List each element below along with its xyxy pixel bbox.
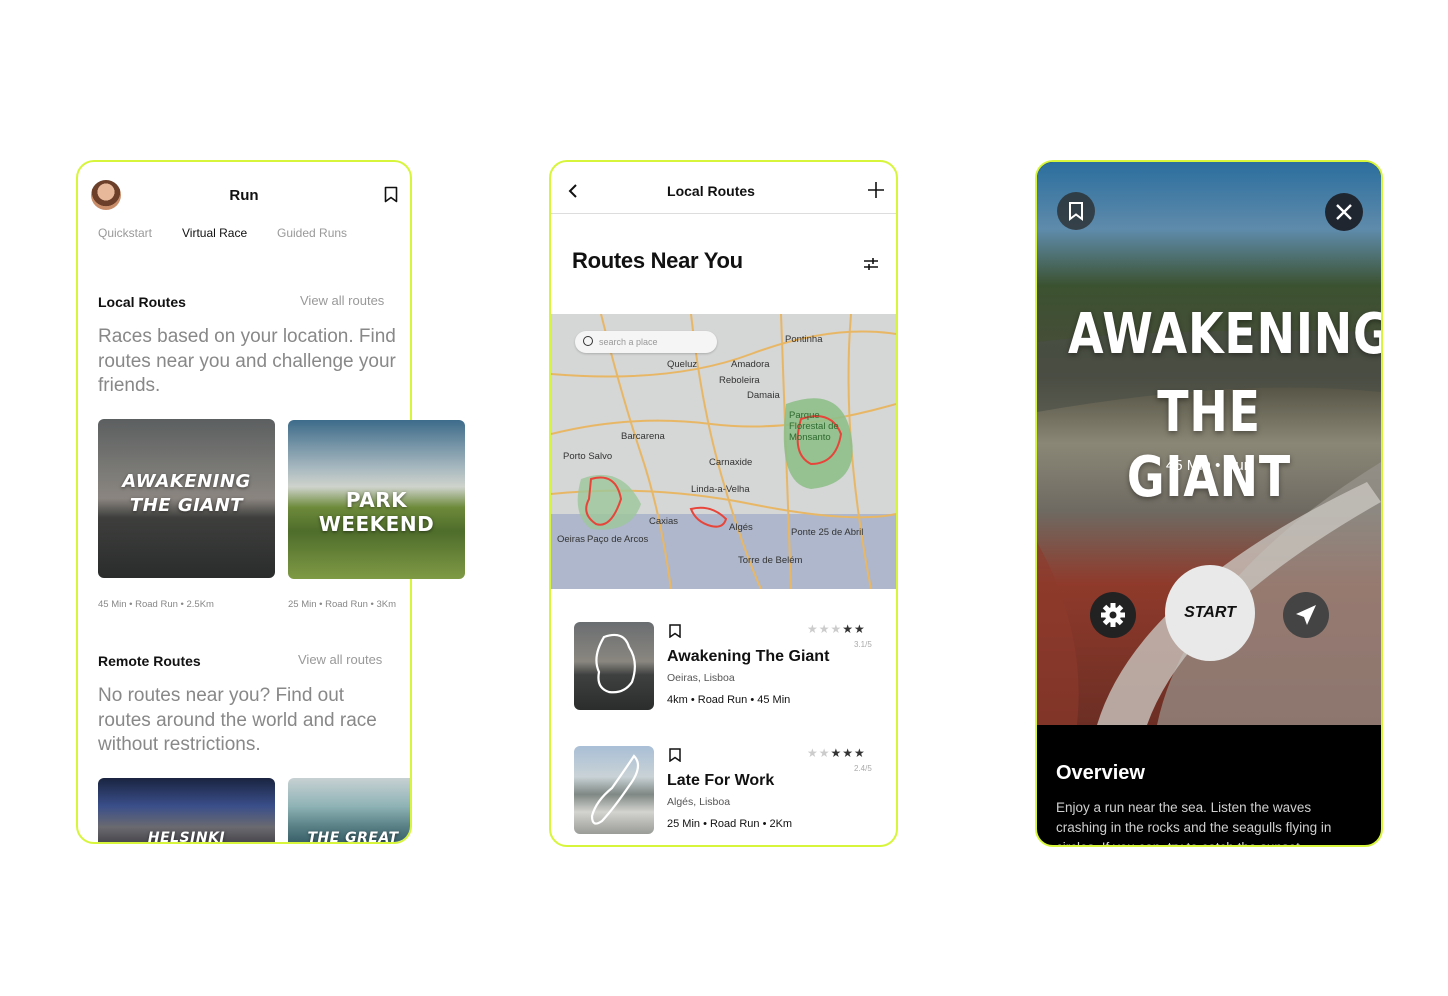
bookmark-icon[interactable] — [384, 186, 398, 203]
map-label: Porto Salvo — [563, 451, 613, 462]
map-label: Caxias — [649, 516, 679, 527]
route-location: Algés, Lisboa — [667, 796, 731, 808]
card-label: AWAKENING — [122, 471, 251, 492]
overview-text: Enjoy a run near the sea. Listen the wav… — [1056, 800, 1332, 845]
gear-icon — [1101, 603, 1125, 627]
route-card-the-great[interactable]: THE GREAT — [288, 778, 410, 842]
route-detail-screen: AWAKENING THE GIANT 45 Min • Run START O… — [1035, 160, 1383, 847]
card-label: THE GREAT — [307, 830, 399, 842]
close-button[interactable] — [1325, 193, 1363, 231]
search-placeholder: search a place — [599, 337, 658, 347]
route-location: Oeiras, Lisboa — [667, 672, 735, 684]
filter-icon[interactable] — [863, 256, 879, 272]
overview-title: Overview — [1056, 762, 1145, 784]
route-meta: 4km • Road Run • 45 Min — [667, 694, 791, 706]
card-label: PARK WEEKEND — [318, 488, 435, 536]
start-button[interactable]: START — [1165, 565, 1255, 661]
map-label: Linda-a-Velha — [691, 484, 750, 495]
send-icon — [1296, 605, 1316, 625]
remote-routes-description: No routes near you? Find out routes arou… — [98, 685, 377, 755]
map-label: Barcarena — [621, 431, 665, 442]
route-title: THE GIANT — [1126, 380, 1292, 510]
remote-routes-title: Remote Routes — [98, 653, 201, 669]
view-all-remote-link[interactable]: View all routes — [298, 652, 382, 667]
rating-stars: ★★★★★ — [807, 746, 866, 760]
bookmark-icon[interactable] — [669, 624, 681, 638]
page-title: Run — [229, 187, 259, 204]
route-meta: 25 Min • Road Run • 2Km — [667, 818, 793, 830]
bookmark-icon[interactable] — [669, 748, 681, 762]
map-label: Ponte 25 de Abril — [791, 527, 864, 538]
map-label: Reboleira — [719, 375, 760, 386]
routes-heading: Routes Near You — [572, 248, 743, 273]
route-card-helsinki[interactable]: HELSINKI — [98, 778, 275, 842]
settings-button[interactable] — [1090, 592, 1136, 638]
map-label: Amadora — [731, 359, 770, 370]
tab-virtual-race[interactable]: Virtual Race — [182, 226, 247, 240]
card-meta: 25 Min • Road Run • 3Km — [288, 599, 397, 610]
card-meta: 45 Min • Road Run • 2.5Km — [98, 599, 214, 610]
map-label: Parque Florestal de Monsanto — [789, 410, 839, 443]
map-label: Carnaxide — [709, 457, 753, 468]
card-label: THE GIANT — [129, 495, 244, 516]
route-thumbnail — [574, 622, 654, 710]
local-routes-title: Local Routes — [98, 294, 186, 310]
map-search-input[interactable]: search a place — [575, 331, 717, 353]
rating-value: 2.4/5 — [854, 764, 872, 773]
hero-image: AWAKENING THE GIANT 45 Min • Run START — [1037, 162, 1381, 725]
map-label: Paço de Arcos — [587, 534, 649, 545]
local-routes-description: Races based on your location. Find route… — [98, 326, 396, 396]
map-label: Damaia — [747, 390, 780, 401]
route-title: AWAKENING — [1067, 302, 1381, 367]
rating-stars: ★★★★★ — [807, 622, 866, 636]
plus-icon[interactable] — [867, 181, 885, 199]
route-name: Awakening The Giant — [667, 648, 830, 665]
card-label: HELSINKI — [147, 830, 226, 842]
route-shape-icon — [590, 754, 640, 825]
header-title: Local Routes — [667, 183, 755, 199]
tab-quickstart[interactable]: Quickstart — [98, 226, 152, 240]
route-thumbnail — [574, 746, 654, 834]
map-label: Pontinha — [785, 334, 823, 345]
close-icon — [1336, 204, 1352, 220]
tab-guided-runs[interactable]: Guided Runs — [277, 226, 347, 240]
route-subtitle: 45 Min • Run — [1165, 457, 1253, 474]
bookmark-icon — [1069, 202, 1083, 221]
local-routes-screen: Local Routes Routes Near You search a pl… — [549, 160, 898, 847]
header: Local Routes — [551, 162, 896, 214]
search-icon — [583, 336, 593, 346]
map-label: Torre de Belém — [738, 555, 803, 566]
map-label: Algés — [729, 522, 753, 533]
route-card-awakening[interactable]: AWAKENING THE GIANT — [98, 419, 275, 578]
route-item[interactable]: ★★★★★ 3.1/5 Awakening The Giant Oeiras, … — [574, 622, 879, 712]
routes-map[interactable]: search a place Amadora Queluz Reboleira … — [551, 314, 896, 589]
rating-value: 3.1/5 — [854, 640, 872, 649]
route-item[interactable]: ★★★★★ 2.4/5 Late For Work Algés, Lisboa … — [574, 746, 879, 836]
route-shape-icon — [595, 633, 636, 694]
view-all-local-link[interactable]: View all routes — [300, 293, 384, 308]
map-label: Queluz — [667, 359, 698, 370]
navigate-button[interactable] — [1283, 592, 1329, 638]
run-screen: Run Quickstart Virtual Race Guided Runs … — [76, 160, 465, 844]
route-name: Late For Work — [667, 772, 775, 789]
map-label: Oeiras — [557, 534, 585, 545]
route-card-park-weekend[interactable]: PARK WEEKEND — [288, 420, 465, 579]
bookmark-button[interactable] — [1057, 192, 1095, 230]
